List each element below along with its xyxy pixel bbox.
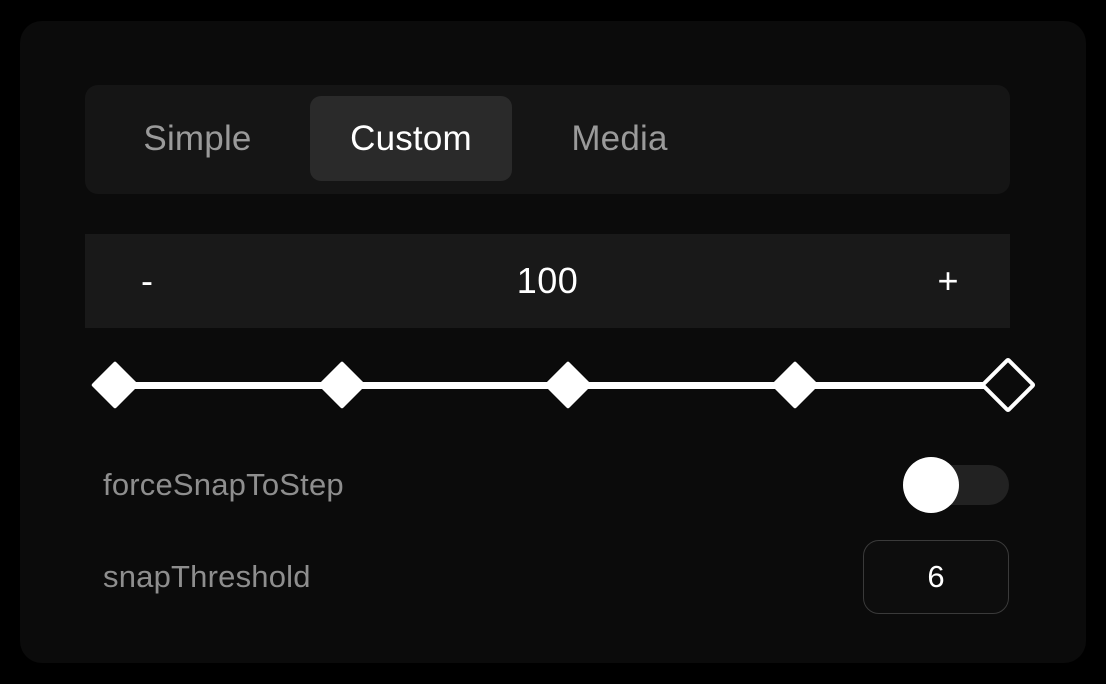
value-stepper: 100 - + (85, 234, 1010, 328)
screen-root: Simple Custom Media 100 - + forceSnapToS… (0, 0, 1106, 684)
stepper-value: 100 (516, 260, 579, 301)
slider-tick-2[interactable] (543, 360, 593, 410)
slider-thumb[interactable] (979, 356, 1037, 414)
row-force-snap-to-step: forceSnapToStep (85, 453, 1010, 517)
tab-simple[interactable]: Simple (105, 96, 290, 181)
snap-threshold-label: snapThreshold (103, 559, 311, 594)
row-snap-threshold: snapThreshold 6 (85, 540, 1010, 614)
tab-custom[interactable]: Custom (310, 96, 512, 181)
slider-tick-1[interactable] (317, 360, 367, 410)
tab-bar: Simple Custom Media (85, 85, 1010, 194)
force-snap-to-step-label: forceSnapToStep (103, 467, 344, 502)
step-slider[interactable] (75, 355, 1037, 415)
stepper-decrement-button[interactable]: - (87, 234, 207, 328)
force-snap-to-step-toggle[interactable] (903, 453, 1009, 517)
settings-card: Simple Custom Media 100 - + forceSnapToS… (20, 21, 1086, 663)
slider-tick-3[interactable] (770, 360, 820, 410)
toggle-knob (903, 457, 959, 513)
tab-media[interactable]: Media (527, 96, 712, 181)
snap-threshold-input[interactable]: 6 (863, 540, 1009, 614)
stepper-increment-button[interactable]: + (888, 234, 1008, 328)
slider-tick-0[interactable] (90, 360, 140, 410)
